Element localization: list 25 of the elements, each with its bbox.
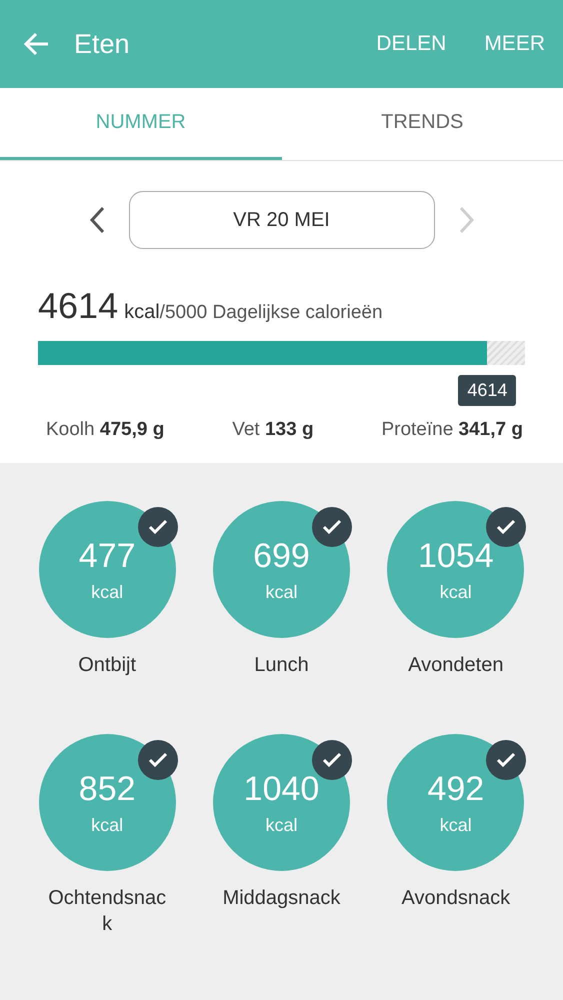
meal-name: Lunch	[253, 653, 310, 678]
meal-button[interactable]: 492 kcal	[387, 734, 524, 871]
macro-total: Koolh 475,9 g	[46, 419, 164, 441]
meal-button[interactable]: 1054 kcal	[387, 501, 524, 638]
macro-total: Proteïne 341,7 g	[381, 419, 523, 441]
tab[interactable]: TRENDS	[282, 88, 563, 160]
meal-button[interactable]: 1040 kcal	[212, 734, 350, 871]
meal-name: Avondsnack	[400, 886, 512, 911]
meal-button[interactable]: 699 kcal	[212, 501, 350, 638]
calorie-total: 4614	[38, 285, 118, 327]
action-button[interactable]: DELEN	[376, 32, 446, 56]
macro-total: Vet 133 g	[232, 419, 314, 441]
meal-button[interactable]: 852 kcal	[38, 734, 176, 871]
calorie-unit: kcal	[124, 301, 160, 324]
meal-name: Ontbijt	[77, 653, 138, 678]
meal-name: Ochtendsnack	[47, 886, 168, 937]
action-button[interactable]: MEER	[484, 32, 545, 56]
meal-button[interactable]: 477 kcal	[38, 501, 176, 638]
value-tooltip: 4614	[458, 375, 516, 406]
back-icon[interactable]	[24, 32, 50, 56]
screen-title: Eten	[74, 28, 131, 60]
calorie-goal: /5000 Dagelijkse calorieën	[160, 302, 383, 324]
meal-name: Middagsnack	[222, 886, 342, 911]
meal-name: Avondeten	[407, 653, 504, 678]
date-button[interactable]: VR 20 MEI	[128, 191, 434, 249]
